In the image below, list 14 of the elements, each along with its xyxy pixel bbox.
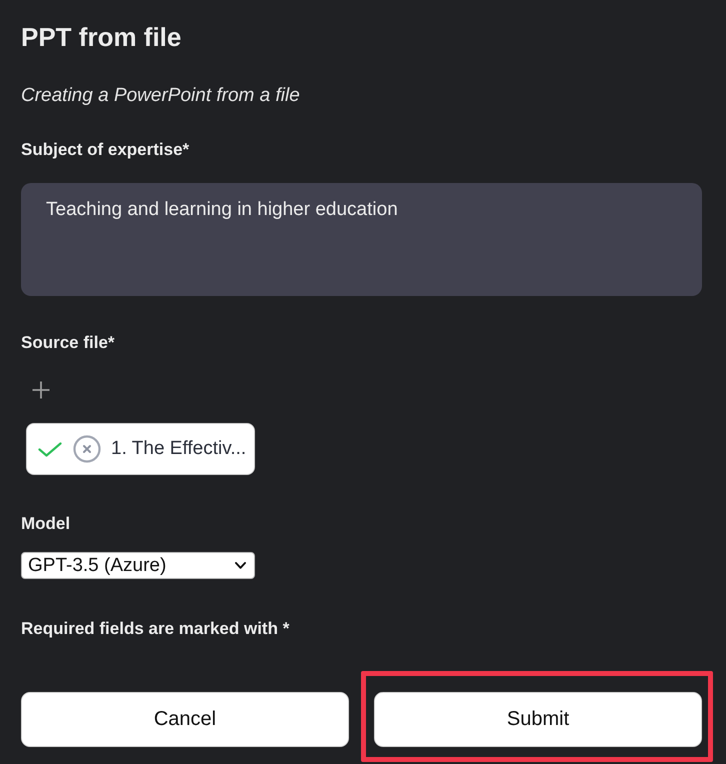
action-button[interactable]: Submit bbox=[374, 692, 702, 747]
field-label: Model bbox=[21, 513, 72, 535]
form-title: PPT from file bbox=[21, 21, 182, 53]
field-label: Subject of expertise* bbox=[21, 139, 190, 161]
plus-icon[interactable] bbox=[32, 381, 50, 399]
form-subtitle: Creating a PowerPoint from a file bbox=[21, 84, 301, 108]
file-name: 1. The Effectiv... bbox=[111, 438, 246, 460]
action-button[interactable]: Cancel bbox=[21, 692, 349, 747]
required-note: Required fields are marked with * bbox=[21, 618, 290, 640]
field-label: Source file* bbox=[21, 332, 116, 354]
chevron-down-icon bbox=[235, 562, 246, 569]
subject-textarea[interactable]: Teaching and learning in higher education bbox=[21, 183, 702, 296]
model-select[interactable]: GPT-3.5 (Azure) bbox=[21, 552, 255, 579]
remove-icon[interactable] bbox=[73, 435, 101, 463]
